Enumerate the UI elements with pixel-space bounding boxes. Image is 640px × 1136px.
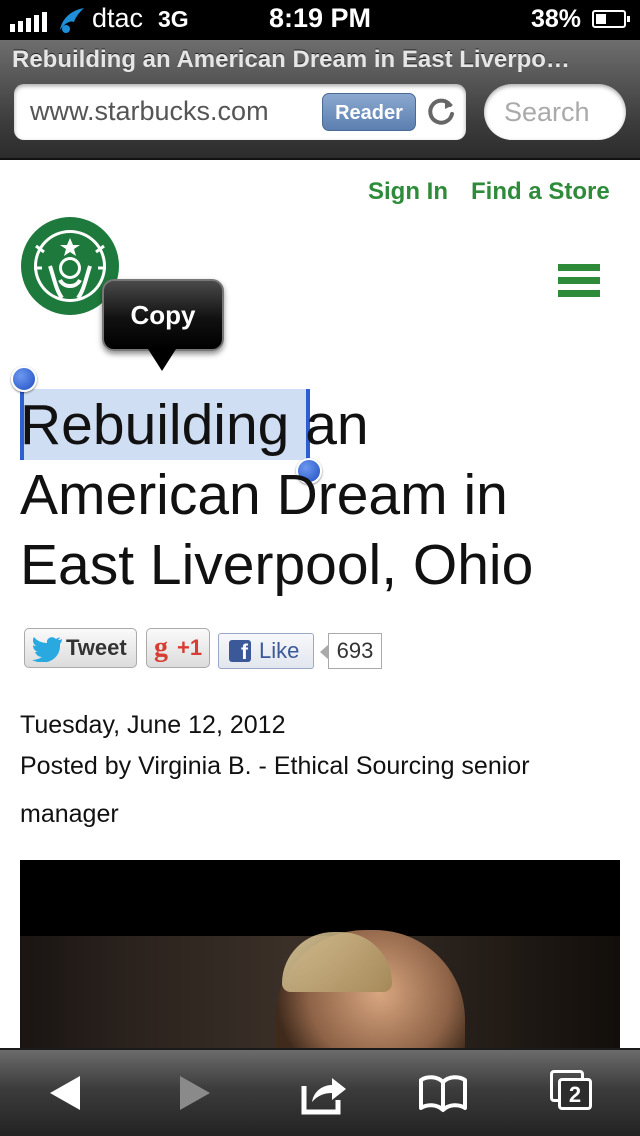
battery-percent: 38% <box>531 5 582 33</box>
url-text[interactable]: www.starbucks.com <box>30 96 320 127</box>
facebook-like-label: Like <box>259 638 300 663</box>
article-author: Posted by Virginia B. - Ethical Sourcing… <box>20 752 530 828</box>
facebook-f-icon: f <box>229 640 251 664</box>
tweet-label: Tweet <box>66 635 127 660</box>
url-field[interactable]: www.starbucks.com Reader <box>14 84 466 140</box>
screen: dtac 3G 8:19 PM 38% Rebuilding an Americ… <box>0 0 640 1136</box>
article-date: Tuesday, June 12, 2012 <box>20 711 286 739</box>
copy-popup-arrow <box>148 349 176 371</box>
search-field[interactable]: Search <box>484 84 626 140</box>
tab-count: 2 <box>558 1078 592 1110</box>
copy-button[interactable]: Copy <box>102 279 224 351</box>
reload-icon[interactable] <box>424 95 458 129</box>
bookmarks-icon[interactable] <box>418 1068 468 1118</box>
battery-fill <box>596 14 606 24</box>
tweet-button[interactable]: Tweet <box>24 628 137 668</box>
article-meta: Tuesday, June 12, 2012 Posted by Virgini… <box>20 708 620 838</box>
status-bar: dtac 3G 8:19 PM 38% <box>0 0 640 40</box>
facebook-like-count: 693 <box>320 633 382 669</box>
google-g-icon: g <box>154 632 168 663</box>
reader-button[interactable]: Reader <box>322 93 416 131</box>
hamburger-menu-icon[interactable] <box>558 264 600 302</box>
article-title-selected: Rebuilding <box>20 393 290 457</box>
share-icon[interactable] <box>298 1068 348 1118</box>
facebook-like-button[interactable]: f Like <box>218 633 314 669</box>
browser-chrome: Rebuilding an American Dream in East Liv… <box>0 40 640 160</box>
twitter-bird-icon <box>32 637 62 662</box>
selection-start-handle[interactable] <box>11 366 37 392</box>
article-video[interactable] <box>20 860 620 1050</box>
google-plus-one-label: +1 <box>177 635 203 660</box>
forward-icon[interactable] <box>168 1068 218 1118</box>
article-title: Rebuilding an American Dream in East Liv… <box>20 390 620 600</box>
find-a-store-link[interactable]: Find a Store <box>471 178 610 206</box>
sign-in-link[interactable]: Sign In <box>368 178 448 206</box>
browser-toolbar: 2 <box>0 1048 640 1136</box>
tabs-icon[interactable]: 2 <box>548 1068 598 1118</box>
google-plus-one-button[interactable]: g +1 <box>146 628 210 668</box>
back-icon[interactable] <box>42 1068 92 1118</box>
page-title-bar: Rebuilding an American Dream in East Liv… <box>12 46 570 73</box>
search-placeholder[interactable]: Search <box>504 97 590 128</box>
battery-icon <box>592 10 630 28</box>
